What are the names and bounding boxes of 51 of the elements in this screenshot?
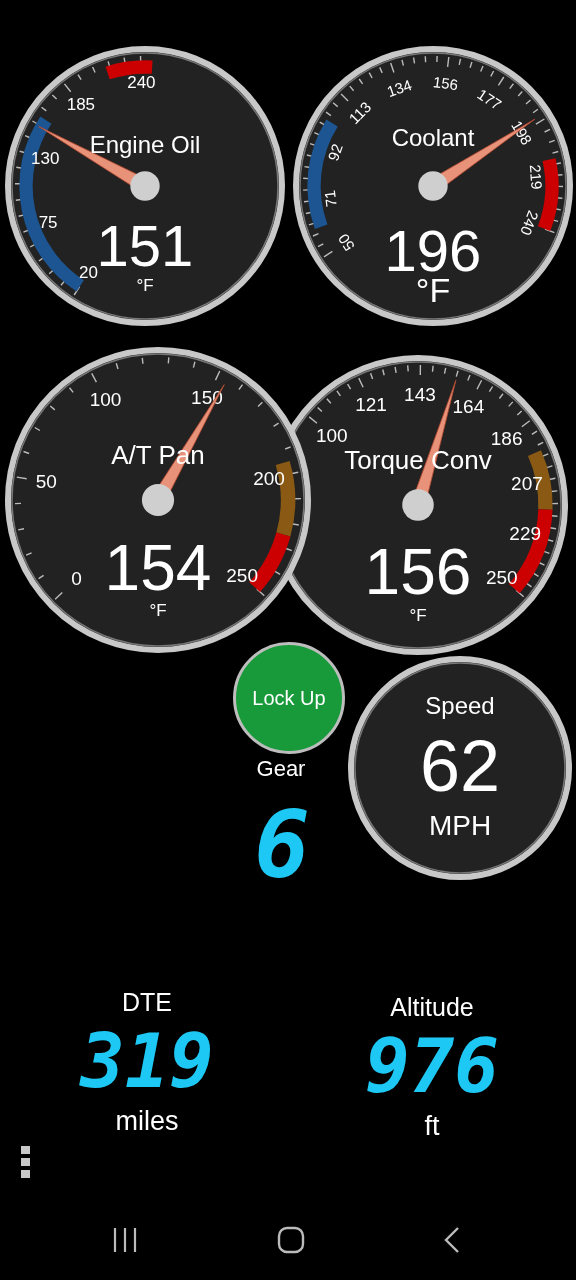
scale-label: 156 [432,73,460,94]
scale-label: 186 [490,427,523,449]
recent-apps-icon[interactable] [112,1227,138,1253]
needle-hub [402,489,434,521]
gear-label: Gear [255,756,307,782]
scale-label: 130 [31,148,60,168]
scale-label: 0 [71,568,82,590]
scale-label: 198 [508,117,536,148]
scale-label: 207 [511,473,543,495]
scale-label: 250 [485,567,518,589]
scale-label: 71 [320,189,340,208]
gauge-title: Engine Oil [89,130,201,158]
needle-hub [418,171,448,201]
unit-label: MPH [428,809,492,841]
scale-label: 177 [474,85,505,114]
scale-label: 240 [517,208,543,238]
gear-reading: 6 [253,796,311,896]
unit-label: °F [409,605,427,625]
back-icon[interactable] [443,1226,461,1254]
gauge-reading: 156 [364,536,472,608]
scale-label: 20 [79,263,99,283]
scale-label: 164 [452,395,485,417]
scale-label: 50 [334,230,358,255]
home-icon[interactable] [276,1226,305,1254]
scale-label: 240 [127,72,156,92]
speed-reading: 62 [419,726,501,806]
unit-label: miles [115,1105,179,1138]
scale-label: 100 [315,424,348,446]
readout-label: DTE [122,987,172,1018]
readout-label: Altitude [390,992,474,1023]
menu-icon[interactable] [21,1146,30,1178]
scale-label: 185 [66,95,96,115]
scale-label: 134 [384,75,414,101]
scale-label: 219 [526,163,546,191]
unit-label: °F [136,275,154,295]
speed-title: Speed [425,691,495,719]
scale-label: 100 [89,389,122,411]
scale-label: 92 [324,141,346,163]
scale-label: 200 [253,467,285,489]
scale-label: 113 [345,98,375,128]
scale-label: 143 [404,383,436,405]
needle-hub [130,171,160,201]
scale-label: 121 [355,393,387,415]
gauge-title: Coolant [391,123,475,151]
scale-label: 75 [38,213,58,233]
readout-value: 319 [80,1018,214,1104]
scale-label: 50 [35,471,57,493]
needle-hub [141,483,175,517]
readout-value: 976 [365,1023,499,1109]
unit-label: ft [424,1110,440,1143]
lock-up-indicator: Lock Up [233,642,345,754]
